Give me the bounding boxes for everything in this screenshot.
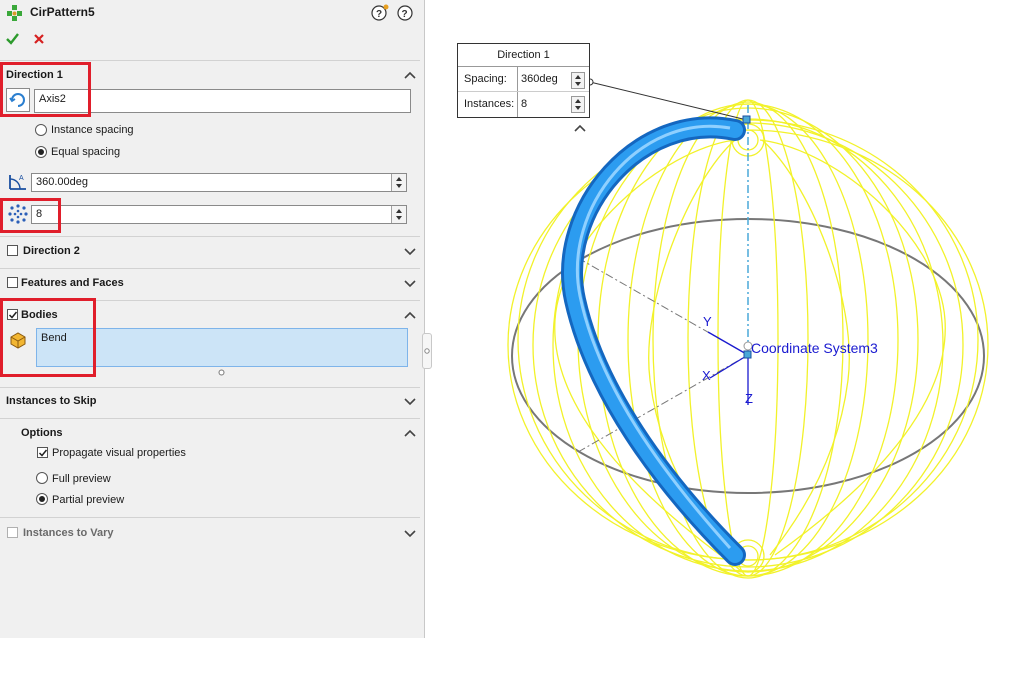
- divider: [0, 418, 420, 419]
- direction2-checkbox[interactable]: [7, 245, 18, 256]
- circular-pattern-icon: [7, 5, 22, 21]
- coordinate-system-label[interactable]: Coordinate System3: [751, 340, 878, 356]
- svg-text:?: ?: [402, 9, 408, 20]
- divider: [0, 517, 420, 518]
- instances-to-skip-header[interactable]: Instances to Skip: [6, 395, 96, 407]
- instances-input[interactable]: 8: [31, 205, 407, 224]
- angle-input[interactable]: 360.00deg: [31, 173, 407, 192]
- chevron-down-icon[interactable]: [403, 278, 417, 288]
- instance-spacing-radio[interactable]: [35, 124, 47, 136]
- callout-spacing-label: Spacing:: [464, 73, 507, 85]
- callout-divider: [458, 91, 589, 92]
- axis-y-label: Y: [703, 314, 712, 329]
- divider: [0, 60, 420, 61]
- chevron-up-icon[interactable]: [403, 310, 417, 320]
- options-header[interactable]: Options: [21, 427, 63, 439]
- features-faces-checkbox[interactable]: [7, 277, 18, 288]
- equal-spacing-label: Equal spacing: [51, 146, 121, 158]
- features-faces-header[interactable]: Features and Faces: [21, 277, 124, 289]
- instances-to-vary-header[interactable]: Instances to Vary: [23, 527, 114, 539]
- divider: [0, 387, 420, 388]
- angle-spinner[interactable]: [391, 174, 406, 191]
- highlight-box-direction1: [0, 62, 91, 117]
- divider: [0, 268, 420, 269]
- full-preview-radio[interactable]: [36, 472, 48, 484]
- svg-text:A: A: [19, 175, 24, 182]
- whats-wrong-help-icon[interactable]: ?: [371, 4, 389, 22]
- property-manager-panel: CirPattern5 ? ? Direction 1 Axis2 Instan…: [0, 0, 425, 638]
- callout-instances-label: Instances:: [464, 98, 515, 110]
- divider: [0, 236, 420, 237]
- list-resize-handle[interactable]: [218, 369, 225, 376]
- instance-spacing-label: Instance spacing: [51, 124, 134, 136]
- chevron-up-icon[interactable]: [403, 70, 417, 80]
- callout-spacing-value[interactable]: 360deg: [521, 73, 558, 85]
- axis-x-label: X: [702, 368, 711, 383]
- origin-point-handle[interactable]: [743, 350, 752, 359]
- chevron-up-icon[interactable]: [573, 123, 587, 133]
- partial-preview-radio[interactable]: [36, 493, 48, 505]
- callout-instances-value[interactable]: 8: [521, 98, 527, 110]
- coordinate-system-triad: [707, 331, 749, 405]
- propagate-visual-checkbox[interactable]: [37, 447, 48, 458]
- propagate-visual-label: Propagate visual properties: [52, 447, 186, 459]
- feature-title: CirPattern5: [30, 5, 95, 19]
- axis-z-label: Z: [745, 391, 753, 406]
- svg-text:?: ?: [376, 9, 382, 20]
- help-icon[interactable]: ?: [396, 4, 414, 22]
- chevron-up-icon[interactable]: [403, 428, 417, 438]
- partial-preview-label: Partial preview: [52, 494, 125, 506]
- highlight-box-bodies: [0, 298, 96, 377]
- callout-leader-line: [589, 81, 748, 121]
- callout-title: Direction 1: [458, 44, 589, 67]
- close-icon[interactable]: [33, 33, 45, 45]
- chevron-down-icon[interactable]: [403, 246, 417, 256]
- axis-endpoint-handle[interactable]: [742, 115, 751, 124]
- instances-to-vary-checkbox[interactable]: [7, 527, 18, 538]
- equal-spacing-radio[interactable]: [35, 146, 47, 158]
- direction1-callout: Direction 1 Spacing: 360deg Instances: 8: [457, 43, 590, 118]
- angle-icon: A: [9, 175, 26, 190]
- chevron-down-icon[interactable]: [403, 528, 417, 538]
- full-preview-label: Full preview: [52, 473, 111, 485]
- checkmark-icon[interactable]: [5, 32, 21, 46]
- chevron-down-icon[interactable]: [403, 396, 417, 406]
- highlight-box-instances: [0, 198, 61, 233]
- callout-spacing-spinner[interactable]: [571, 72, 585, 89]
- direction2-header[interactable]: Direction 2: [23, 245, 80, 257]
- callout-instances-spinner[interactable]: [571, 96, 585, 113]
- instances-spinner[interactable]: [391, 206, 406, 223]
